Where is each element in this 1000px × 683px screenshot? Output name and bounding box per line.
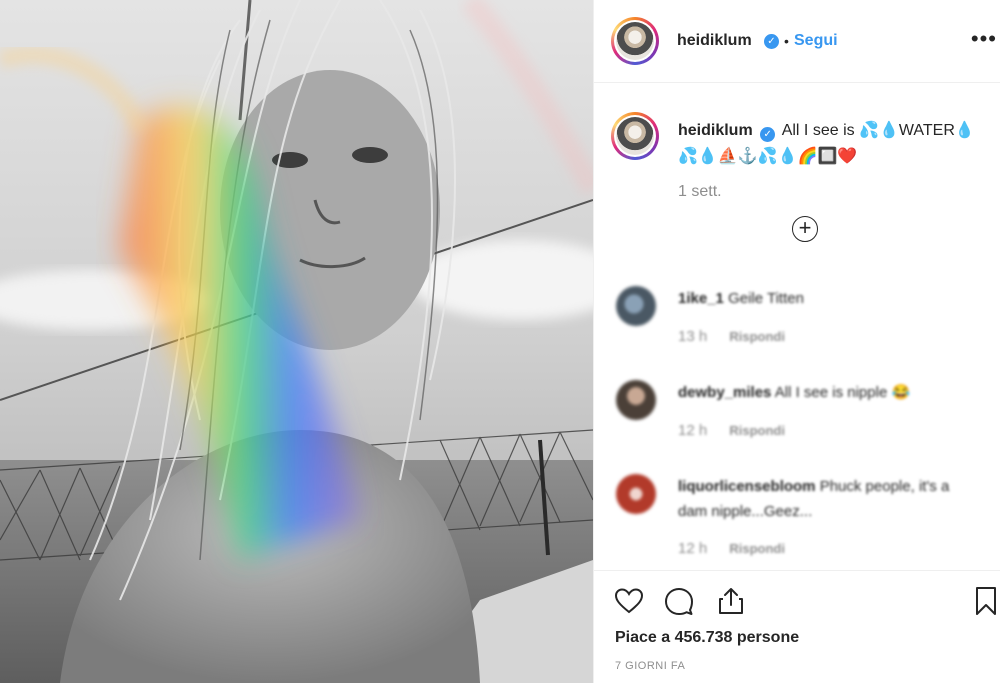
comment-body: dewby_miles All I see is nipple 😂 — [678, 380, 978, 405]
post-date[interactable]: 7 GIORNI FA — [615, 660, 685, 672]
comment-meta: 13 h Rispondi — [678, 328, 785, 345]
separator-dot: • — [784, 33, 789, 49]
comment-avatar[interactable] — [616, 380, 656, 420]
comment-body: 1ike_1 Geile Titten — [678, 286, 978, 311]
comment-body: liquorlicensebloom Phuck people, it's a … — [678, 474, 978, 524]
comment-username[interactable]: 1ike_1 — [678, 290, 724, 307]
comment-avatar[interactable] — [616, 286, 656, 326]
comment-meta: 12 h Rispondi — [678, 540, 785, 557]
comment-time: 13 h — [678, 328, 708, 345]
comment-text: Geile Titten — [728, 290, 804, 307]
post-photo-illustration — [0, 0, 593, 683]
verified-badge-icon: ✓ — [764, 34, 779, 49]
comment-avatar[interactable] — [616, 474, 656, 514]
reply-button[interactable]: Rispondi — [729, 329, 785, 344]
load-more-comments-button[interactable]: + — [792, 216, 818, 242]
reply-button[interactable]: Rispondi — [729, 423, 785, 438]
follow-button[interactable]: Segui — [794, 32, 838, 50]
comment-text: All I see is nipple 😂 — [774, 384, 911, 401]
more-options-icon[interactable]: ••• — [971, 26, 997, 52]
comment-meta: 12 h Rispondi — [678, 422, 785, 439]
caption-verified-badge-icon: ✓ — [760, 127, 776, 142]
author-avatar[interactable] — [611, 17, 659, 65]
caption-time: 1 sett. — [678, 183, 722, 200]
likes-count[interactable]: Piace a 456.738 persone — [615, 629, 799, 647]
post-photo[interactable] — [0, 0, 593, 683]
post-header: heidiklum ✓ • Segui ••• — [594, 0, 1000, 83]
comment-username[interactable]: dewby_miles — [678, 384, 771, 401]
comment-time: 12 h — [678, 422, 708, 439]
share-upload-icon[interactable] — [715, 585, 747, 617]
comment-username[interactable]: liquorlicensebloom — [678, 478, 816, 495]
caption-username[interactable]: heidiklum — [678, 122, 753, 139]
heart-icon[interactable] — [613, 585, 645, 617]
post-actions: Piace a 456.738 persone 7 GIORNI FA — [594, 570, 1000, 683]
caption-avatar[interactable] — [611, 112, 659, 160]
caption: heidiklum ✓ All I see is 💦💧WATER💧💦💧⛵⚓💦💧🌈… — [678, 118, 988, 170]
comment-bubble-icon[interactable] — [663, 585, 695, 617]
plus-icon: + — [798, 215, 812, 240]
author-username[interactable]: heidiklum — [677, 32, 752, 50]
reply-button[interactable]: Rispondi — [729, 541, 785, 556]
bookmark-icon[interactable] — [970, 585, 1000, 617]
comment-time: 12 h — [678, 540, 708, 557]
post-side-panel: heidiklum ✓ • Segui ••• heidiklum ✓ All … — [593, 0, 1000, 683]
